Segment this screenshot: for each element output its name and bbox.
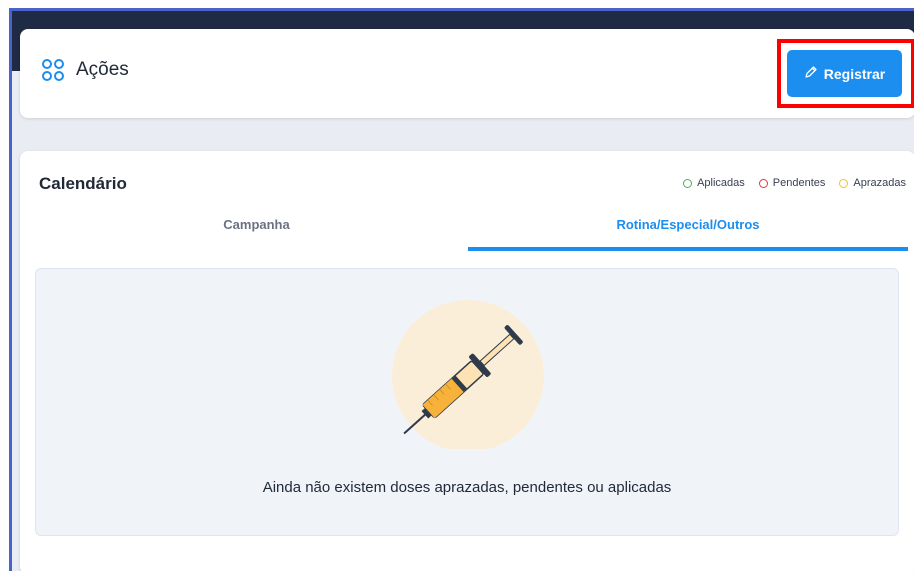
legend-item-aplicadas: Aplicadas (683, 177, 745, 189)
grid-icon (42, 59, 64, 81)
tab-rotina-especial-outros[interactable]: Rotina/Especial/Outros (468, 211, 908, 251)
legend-label: Pendentes (772, 177, 826, 189)
register-button-label: Registrar (823, 65, 886, 82)
legend-dot-icon (758, 178, 768, 188)
syringe-icon (386, 294, 551, 454)
legend-item-pendentes: Pendentes (758, 177, 826, 189)
calendar-tabs: Campanha Rotina/Especial/Outros (20, 211, 914, 251)
calendar-legend: Aplicadas Pendentes Aprazadas (683, 177, 906, 189)
page-title: Ações (42, 59, 129, 81)
legend-label: Aplicadas (697, 177, 745, 189)
page-title-text: Ações (76, 59, 129, 80)
register-button[interactable]: Registrar (787, 50, 902, 97)
app-frame: Ações Registrar Calendário Aplicadas Pen… (9, 8, 914, 571)
legend-label: Aprazadas (853, 177, 906, 189)
empty-state-message: Ainda não existem doses aprazadas, pende… (262, 479, 672, 496)
legend-item-aprazadas: Aprazadas (839, 177, 906, 189)
legend-dot-icon (839, 178, 849, 188)
calendar-card: Calendário Aplicadas Pendentes Aprazadas… (20, 151, 914, 571)
tab-campanha[interactable]: Campanha (45, 211, 468, 251)
pencil-icon (804, 65, 818, 82)
calendar-title: Calendário (39, 174, 127, 193)
empty-state-panel: Ainda não existem doses aprazadas, pende… (35, 268, 899, 536)
legend-dot-icon (683, 178, 693, 188)
actions-header-card: Ações Registrar (20, 29, 914, 118)
